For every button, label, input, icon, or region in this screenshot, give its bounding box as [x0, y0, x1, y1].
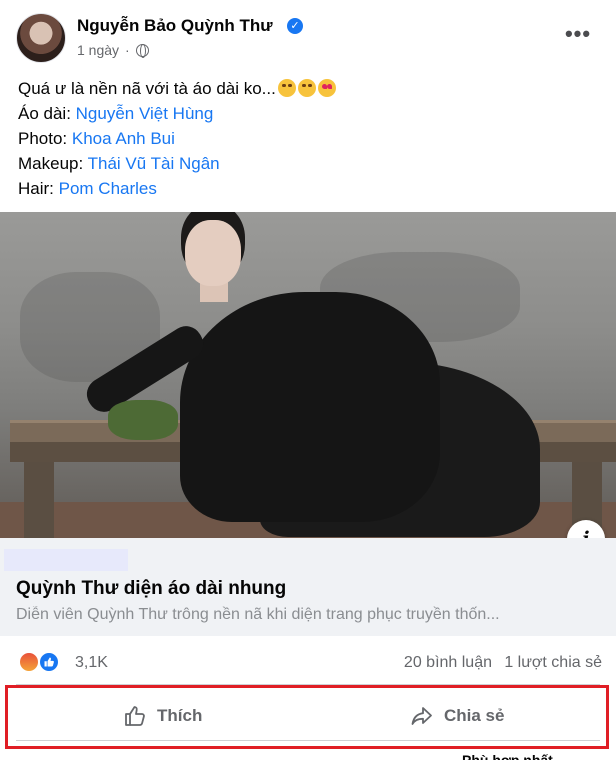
link-preview[interactable]: Quỳnh Thư diện áo dài nhung Diễn viên Qu…	[0, 538, 616, 636]
post-meta: 1 ngày ·	[77, 42, 149, 58]
more-options-button[interactable]: •••	[558, 23, 598, 50]
share-button[interactable]: Chia sẻ	[410, 697, 504, 735]
thumbs-up-icon	[123, 704, 147, 728]
credit-line: Áo dài: Nguyễn Việt Hùng	[18, 101, 336, 126]
figure-dress	[180, 292, 440, 522]
credit-line: Photo: Khoa Anh Bui	[18, 126, 336, 151]
angry-reaction-icon[interactable]	[18, 651, 40, 673]
credit-link-makeup[interactable]: Thái Vũ Tài Ngân	[88, 154, 220, 173]
link-description: Diễn viên Quỳnh Thư trông nền nã khi diệ…	[16, 606, 500, 623]
meta-separator: ·	[125, 42, 130, 58]
like-reaction-icon[interactable]	[38, 651, 60, 673]
figure-head	[185, 220, 241, 286]
heart-eyes-emoji-icon	[317, 79, 336, 97]
credit-label: Makeup:	[18, 154, 88, 173]
laughing-emoji-icon	[277, 79, 296, 97]
credit-link-hair[interactable]: Pom Charles	[59, 179, 157, 198]
post-caption: Quá ư là nền nã với tà áo dài ko... Áo d…	[18, 76, 336, 201]
smiling-emoji-icon	[297, 79, 316, 97]
post-photo[interactable]: i	[0, 212, 616, 538]
comment-sort-label[interactable]: Phù hợp nhất	[462, 752, 553, 760]
share-arrow-icon	[410, 704, 434, 728]
link-domain-placeholder	[4, 549, 128, 571]
thumbs-up-icon	[44, 657, 54, 667]
like-button[interactable]: Thích	[123, 697, 202, 735]
reaction-count[interactable]: 3,1K	[75, 654, 108, 672]
caption-text: Quá ư là nền nã với tà áo dài ko...	[18, 79, 276, 98]
globe-icon[interactable]	[135, 43, 149, 58]
reactions-row: 3,1K 20 bình luận 1 lượt chia sẻ	[0, 646, 616, 680]
author-name[interactable]: Nguyễn Bảo Quỳnh Thư	[77, 16, 273, 36]
credit-link-photo[interactable]: Khoa Anh Bui	[72, 129, 175, 148]
divider	[16, 740, 600, 741]
credit-label: Hair:	[18, 179, 59, 198]
link-title[interactable]: Quỳnh Thư diện áo dài nhung	[16, 578, 286, 600]
share-label: Chia sẻ	[444, 706, 505, 725]
caption-line: Quá ư là nền nã với tà áo dài ko...	[18, 76, 336, 101]
credit-line: Makeup: Thái Vũ Tài Ngân	[18, 151, 336, 176]
credit-line: Hair: Pom Charles	[18, 176, 336, 201]
post-header: Nguyễn Bảo Quỳnh Thư ✓ 1 ngày · •••	[0, 0, 616, 70]
post-time[interactable]: 1 ngày	[77, 42, 119, 58]
shares-count[interactable]: 1 lượt chia sẻ	[504, 654, 602, 672]
plant	[108, 400, 178, 440]
verified-badge-icon: ✓	[287, 18, 303, 34]
comments-count[interactable]: 20 bình luận	[404, 654, 492, 672]
avatar[interactable]	[16, 13, 66, 63]
bench-leg	[24, 462, 54, 538]
credit-label: Photo:	[18, 129, 72, 148]
credit-label: Áo dài:	[18, 104, 76, 123]
like-label: Thích	[157, 706, 203, 725]
credit-link-ao-dai[interactable]: Nguyễn Việt Hùng	[76, 104, 214, 123]
